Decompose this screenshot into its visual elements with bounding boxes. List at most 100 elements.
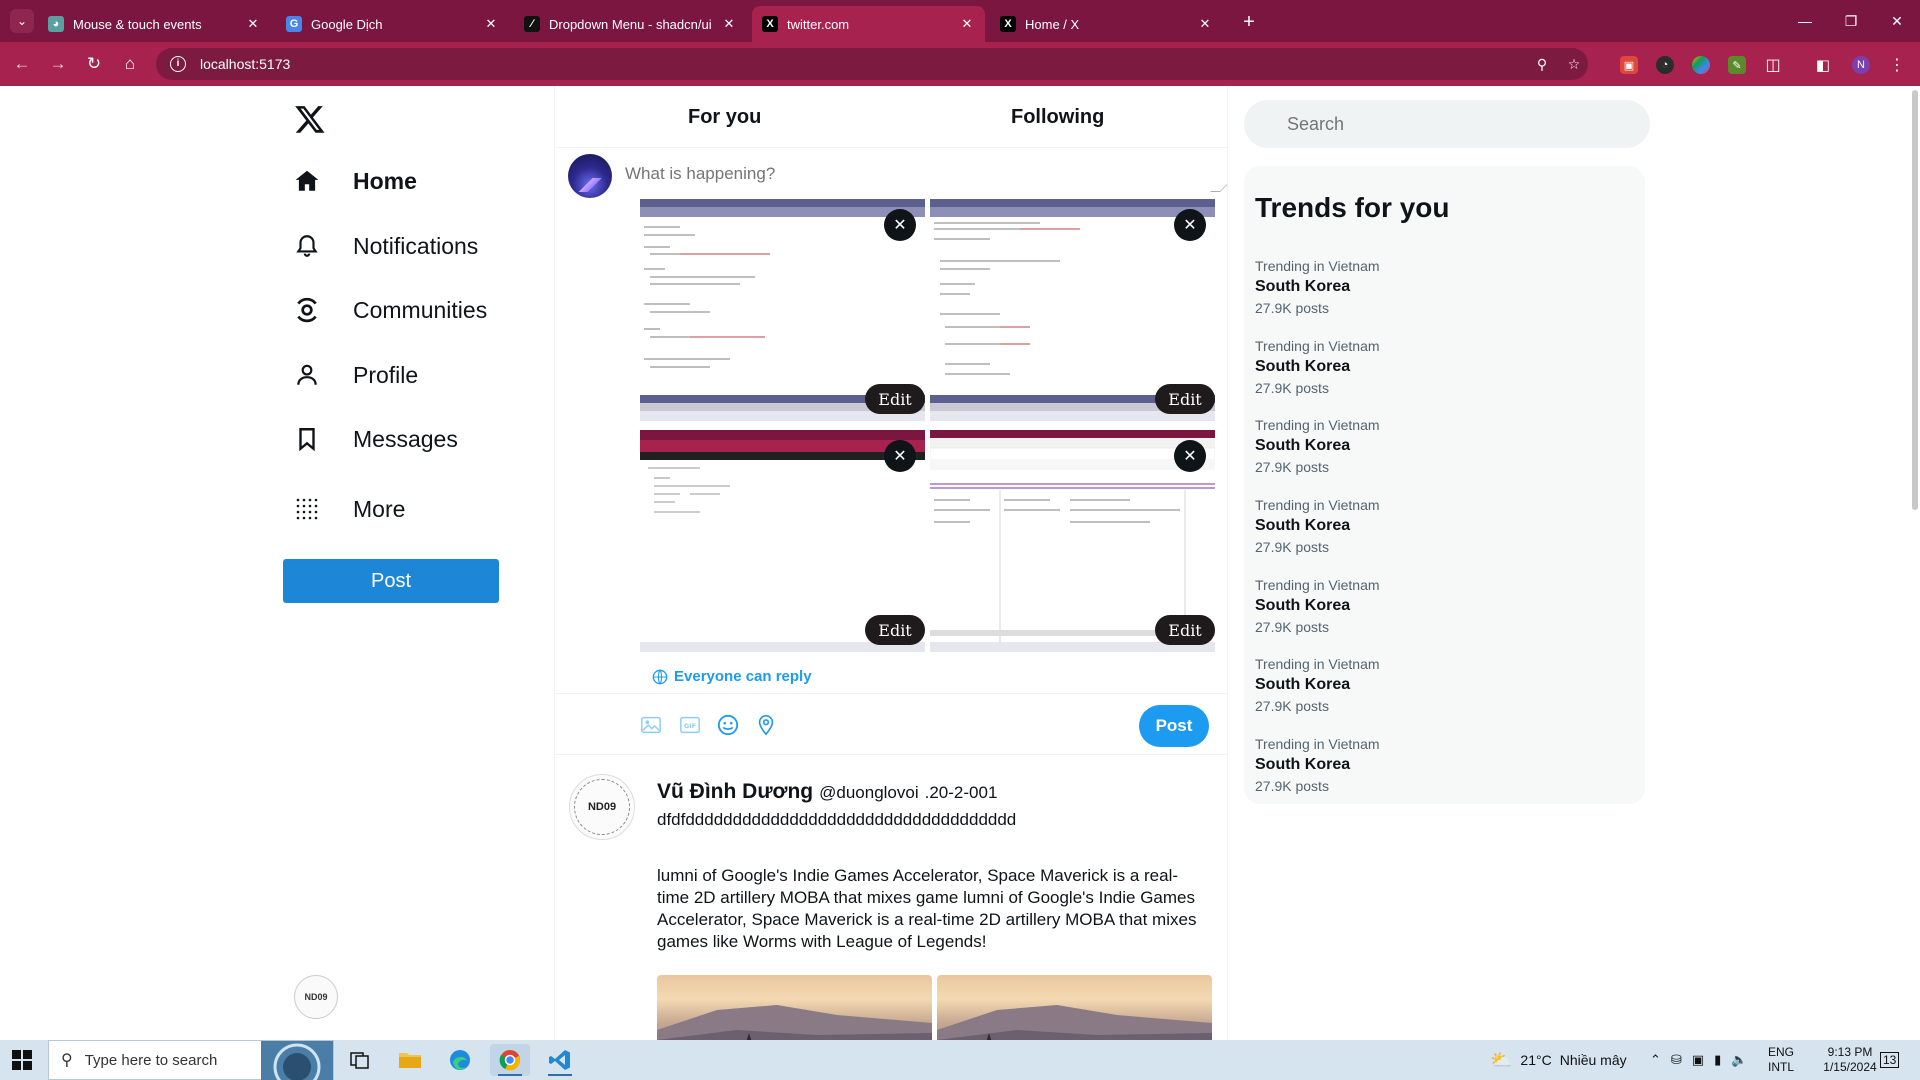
sidebar-item-profile[interactable]: Profile: [292, 353, 418, 397]
close-tab-icon[interactable]: ✕: [1197, 16, 1213, 32]
bookmark-star-icon[interactable]: ☆: [1560, 48, 1588, 80]
search-input[interactable]: [1244, 100, 1650, 148]
edit-media-button[interactable]: Edit: [1155, 384, 1215, 414]
gif-icon[interactable]: GIF: [677, 712, 703, 738]
lang-layout: INTL: [1768, 1060, 1795, 1074]
trend-item[interactable]: Trending in Vietnam South Korea 27.9K po…: [1255, 656, 1615, 714]
browser-tab-shadcn[interactable]: ∕ Dropdown Menu - shadcn/ui ✕: [514, 6, 747, 42]
task-view-icon[interactable]: [340, 1044, 380, 1076]
window-close-icon[interactable]: ✕: [1874, 0, 1920, 42]
trend-item[interactable]: Trending in Vietnam South Korea 27.9K po…: [1255, 417, 1615, 475]
edit-media-button[interactable]: Edit: [865, 384, 925, 414]
trend-item[interactable]: Trending in Vietnam South Korea 27.9K po…: [1255, 338, 1615, 396]
sidebar-item-messages[interactable]: Messages: [292, 417, 458, 461]
side-panel-icon[interactable]: ◧: [1814, 56, 1832, 74]
attached-image: ✕ Edit: [930, 199, 1215, 421]
battery-icon[interactable]: ▮: [1714, 1052, 1721, 1068]
remove-media-close-icon[interactable]: ✕: [1174, 209, 1206, 241]
extension-icon[interactable]: [1692, 56, 1710, 74]
location-icon[interactable]: [753, 712, 779, 738]
taskbar-search-box[interactable]: ⚲ Type here to search: [48, 1040, 334, 1080]
sidebar-item-notifications[interactable]: Notifications: [292, 224, 478, 268]
reload-icon[interactable]: ↻: [80, 50, 108, 78]
input-language[interactable]: ENG INTL: [1768, 1040, 1794, 1080]
notification-center-icon[interactable]: 13: [1880, 1040, 1900, 1080]
browser-tab-twitter[interactable]: X twitter.com ✕: [752, 6, 985, 42]
edit-media-button[interactable]: Edit: [865, 615, 925, 645]
remove-media-close-icon[interactable]: ✕: [1174, 440, 1206, 472]
site-info-icon[interactable]: i: [170, 56, 186, 72]
trend-item[interactable]: Trending in Vietnam South Korea 27.9K po…: [1255, 577, 1615, 635]
back-arrow-icon[interactable]: ←: [8, 50, 36, 78]
browser-tab-home-x[interactable]: X Home / X ✕: [990, 6, 1223, 42]
weather-widget[interactable]: ⛅ 21°C Nhiều mây: [1490, 1040, 1627, 1080]
trend-item[interactable]: Trending in Vietnam South Korea 27.9K po…: [1255, 258, 1615, 316]
reply-setting-button[interactable]: Everyone can reply: [652, 668, 812, 685]
trend-topic: South Korea: [1255, 278, 1351, 295]
extensions-puzzle-icon[interactable]: ◫: [1764, 56, 1782, 74]
trend-item[interactable]: Trending in Vietnam South Korea 27.9K po…: [1255, 497, 1615, 555]
tweet-header: Vũ Đình Dương @duonglovoi .20-2-001: [657, 780, 997, 804]
edit-media-button[interactable]: Edit: [1155, 615, 1215, 645]
sidebar-post-button[interactable]: Post: [283, 559, 499, 603]
restore-icon[interactable]: ❐: [1828, 0, 1874, 42]
remove-media-close-icon[interactable]: ✕: [884, 440, 916, 472]
x-logo-icon[interactable]: [294, 103, 326, 135]
volume-icon[interactable]: 🔈: [1731, 1052, 1747, 1068]
person-icon: [292, 360, 322, 390]
new-tab-plus-icon[interactable]: +: [1235, 8, 1263, 36]
browser-tab-google-translate[interactable]: G Google Dịch ✕: [276, 6, 509, 42]
compose-textarea[interactable]: [625, 152, 1223, 196]
network-icon[interactable]: ▣: [1692, 1052, 1704, 1068]
address-bar[interactable]: i localhost:5173 ⚲ ☆: [156, 48, 1588, 80]
tweet-author-name[interactable]: Vũ Đình Dương: [657, 780, 813, 804]
landscape-photo: [657, 1005, 932, 1040]
image-icon[interactable]: [638, 712, 664, 738]
windows-start-icon[interactable]: [12, 1050, 32, 1070]
tray-chevron-up-icon[interactable]: ⌃: [1650, 1052, 1661, 1068]
close-tab-icon[interactable]: ✕: [245, 16, 261, 32]
trend-topic: South Korea: [1255, 437, 1351, 454]
vscode-icon[interactable]: [540, 1044, 580, 1076]
minimize-icon[interactable]: —: [1782, 0, 1828, 42]
close-tab-icon[interactable]: ✕: [959, 16, 975, 32]
tweet-date[interactable]: .20-2-001: [925, 783, 998, 803]
sidebar-item-label: Home: [353, 167, 417, 194]
sidebar-item-communities[interactable]: Communities: [292, 288, 487, 332]
home-page-icon[interactable]: ⌂: [116, 50, 144, 78]
forward-arrow-icon[interactable]: →: [44, 50, 72, 78]
url-text: localhost:5173: [200, 56, 291, 72]
emoji-icon[interactable]: [715, 712, 741, 738]
sidebar-item-home[interactable]: Home: [292, 159, 417, 203]
taskbar-clock[interactable]: 9:13 PM 1/15/2024: [1818, 1040, 1882, 1080]
trend-item[interactable]: Trending in Vietnam South Korea 27.9K po…: [1255, 736, 1615, 794]
tray-app-icon[interactable]: ⛁: [1671, 1052, 1682, 1068]
extension-icon[interactable]: ✎: [1728, 56, 1746, 74]
tweet-author-avatar[interactable]: ND09: [569, 774, 635, 840]
remove-media-close-icon[interactable]: ✕: [884, 209, 916, 241]
browser-menu-kebab-icon[interactable]: ⋮: [1888, 56, 1906, 74]
chrome-browser-icon[interactable]: [490, 1044, 530, 1076]
profile-avatar[interactable]: N: [1852, 56, 1870, 74]
composer-avatar[interactable]: [568, 154, 612, 198]
tweet-image[interactable]: [657, 975, 932, 1040]
edge-browser-icon[interactable]: [440, 1044, 480, 1076]
page-scrollbar[interactable]: [1912, 90, 1918, 510]
zoom-icon[interactable]: ⚲: [1528, 48, 1556, 80]
browser-tab-mouse-touch[interactable]: ◕ Mouse & touch events ✕: [38, 6, 271, 42]
extension-icon[interactable]: ◔: [1656, 56, 1674, 74]
close-tab-icon[interactable]: ✕: [483, 16, 499, 32]
attached-image: ✕ Edit: [930, 430, 1215, 652]
compose-post-button[interactable]: Post: [1139, 705, 1209, 747]
tab-for-you[interactable]: For you: [688, 106, 761, 129]
extension-icon[interactable]: ▣: [1620, 56, 1638, 74]
tweet-image[interactable]: [937, 975, 1212, 1040]
file-explorer-icon[interactable]: [390, 1044, 430, 1076]
close-tab-icon[interactable]: ✕: [721, 16, 737, 32]
tab-search-chevron-icon[interactable]: ⌄: [10, 9, 34, 33]
tweet-author-handle[interactable]: @duonglovoi: [819, 783, 919, 803]
sidebar-item-more[interactable]: More: [292, 487, 405, 531]
tab-following[interactable]: Following: [1011, 106, 1104, 129]
browser-toolbar: ← → ↻ ⌂ i localhost:5173 ⚲ ☆ ▣ ◔ ✎ ◫ ◧ N…: [0, 42, 1920, 86]
account-avatar[interactable]: ND09: [294, 975, 338, 1019]
